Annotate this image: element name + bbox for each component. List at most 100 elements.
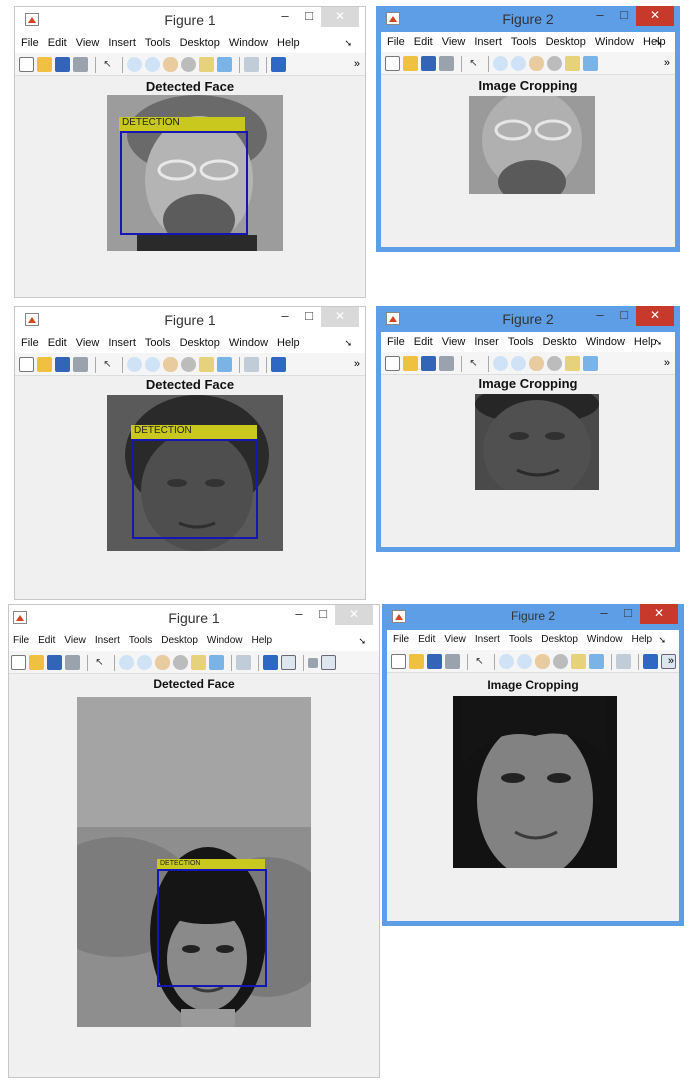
- print-icon[interactable]: [445, 654, 460, 670]
- colorbar-icon[interactable]: [271, 357, 286, 373]
- save-icon[interactable]: [427, 654, 442, 670]
- menu-tools[interactable]: Tools: [145, 337, 171, 349]
- print-icon[interactable]: [73, 57, 88, 73]
- maximize-button[interactable]: □: [612, 6, 636, 26]
- zoom-out-icon[interactable]: [145, 57, 160, 73]
- new-figure-icon[interactable]: [19, 57, 34, 73]
- save-icon[interactable]: [55, 57, 70, 73]
- brush-icon[interactable]: [583, 56, 598, 72]
- maximize-button[interactable]: □: [311, 605, 335, 625]
- edit-plot-icon[interactable]: ↖: [100, 357, 115, 372]
- new-figure-icon[interactable]: [391, 654, 406, 670]
- menu-insert[interactable]: Inser: [474, 336, 498, 348]
- menu-tools[interactable]: Tools: [509, 634, 532, 645]
- open-file-icon[interactable]: [29, 655, 44, 671]
- menu-help[interactable]: Help: [277, 37, 300, 49]
- rotate-3d-icon[interactable]: [547, 56, 562, 72]
- menu-tools[interactable]: Tools: [129, 635, 152, 646]
- brush-icon[interactable]: [589, 654, 604, 670]
- minimize-button[interactable]: –: [588, 6, 612, 26]
- menu-overflow-icon[interactable]: ➘: [654, 332, 662, 352]
- open-file-icon[interactable]: [409, 654, 424, 670]
- menu-window[interactable]: Window: [229, 37, 268, 49]
- link-plot-icon[interactable]: [244, 357, 259, 373]
- close-button[interactable]: ✕: [636, 306, 674, 326]
- print-icon[interactable]: [439, 56, 454, 72]
- minimize-button[interactable]: –: [592, 604, 616, 624]
- titlebar[interactable]: Figure 2 – □ ✕: [381, 6, 675, 32]
- menu-file[interactable]: File: [21, 37, 39, 49]
- menu-help[interactable]: Help: [632, 634, 653, 645]
- data-cursor-icon[interactable]: [191, 655, 206, 671]
- edit-plot-icon[interactable]: ↖: [466, 356, 481, 371]
- maximize-button[interactable]: □: [297, 307, 321, 327]
- menu-insert[interactable]: Insert: [474, 36, 502, 48]
- menu-overflow-icon[interactable]: ➘: [658, 630, 666, 650]
- zoom-in-icon[interactable]: [499, 654, 514, 670]
- zoom-in-icon[interactable]: [127, 57, 142, 73]
- menu-insert[interactable]: Insert: [108, 337, 136, 349]
- pan-icon[interactable]: [163, 357, 178, 373]
- menu-file[interactable]: File: [393, 634, 409, 645]
- new-figure-icon[interactable]: [11, 655, 26, 671]
- toolbar-more-icon[interactable]: »: [668, 650, 674, 672]
- data-cursor-icon[interactable]: [565, 356, 580, 372]
- titlebar[interactable]: Figure 1 – □ ✕: [15, 307, 365, 333]
- titlebar[interactable]: Figure 1 – □ ✕: [9, 605, 379, 631]
- link-plot-icon[interactable]: [236, 655, 251, 671]
- save-icon[interactable]: [421, 56, 436, 72]
- print-icon[interactable]: [439, 356, 454, 372]
- menu-view[interactable]: View: [76, 37, 100, 49]
- new-figure-icon[interactable]: [19, 357, 34, 373]
- open-file-icon[interactable]: [37, 357, 52, 373]
- open-file-icon[interactable]: [403, 356, 418, 372]
- menu-view[interactable]: View: [64, 635, 86, 646]
- menu-file[interactable]: File: [13, 635, 29, 646]
- menu-tools[interactable]: Tools: [145, 37, 171, 49]
- menu-help[interactable]: Help: [252, 635, 273, 646]
- menu-edit[interactable]: Edit: [48, 37, 67, 49]
- rotate-3d-icon[interactable]: [181, 357, 196, 373]
- menu-desktop[interactable]: Desktop: [541, 634, 578, 645]
- menu-window[interactable]: Window: [229, 337, 268, 349]
- minimize-button[interactable]: –: [273, 7, 297, 27]
- print-icon[interactable]: [73, 357, 88, 373]
- close-button[interactable]: ✕: [335, 605, 373, 625]
- save-icon[interactable]: [47, 655, 62, 671]
- maximize-button[interactable]: □: [616, 604, 640, 624]
- colorbar-icon[interactable]: [643, 654, 658, 670]
- close-button[interactable]: ✕: [321, 7, 359, 27]
- rotate-3d-icon[interactable]: [547, 356, 562, 372]
- menu-window[interactable]: Window: [207, 635, 243, 646]
- rotate-3d-icon[interactable]: [173, 655, 188, 671]
- zoom-in-icon[interactable]: [127, 357, 142, 373]
- menu-view[interactable]: View: [444, 634, 466, 645]
- menu-overflow-icon[interactable]: ➘: [344, 33, 352, 53]
- pan-icon[interactable]: [155, 655, 170, 671]
- menu-file[interactable]: File: [387, 336, 405, 348]
- legend-icon[interactable]: [281, 655, 296, 671]
- brush-icon[interactable]: [217, 357, 232, 373]
- data-cursor-icon[interactable]: [199, 57, 214, 73]
- open-file-icon[interactable]: [37, 57, 52, 73]
- link-plot-icon[interactable]: [616, 654, 631, 670]
- hide-tools-icon[interactable]: [308, 657, 318, 668]
- minimize-button[interactable]: –: [588, 306, 612, 326]
- maximize-button[interactable]: □: [612, 306, 636, 326]
- brush-icon[interactable]: [209, 655, 224, 671]
- menu-help[interactable]: Help: [277, 337, 300, 349]
- brush-icon[interactable]: [583, 356, 598, 372]
- menu-tools[interactable]: Tools: [508, 336, 534, 348]
- pan-icon[interactable]: [163, 57, 178, 73]
- rotate-3d-icon[interactable]: [553, 654, 568, 670]
- zoom-out-icon[interactable]: [517, 654, 532, 670]
- menu-edit[interactable]: Edit: [38, 635, 55, 646]
- menu-tools[interactable]: Tools: [511, 36, 537, 48]
- menu-insert[interactable]: Insert: [108, 37, 136, 49]
- menu-file[interactable]: File: [21, 337, 39, 349]
- toolbar-more-icon[interactable]: »: [664, 352, 670, 374]
- zoom-out-icon[interactable]: [511, 356, 526, 372]
- colorbar-icon[interactable]: [271, 57, 286, 73]
- menu-insert[interactable]: Insert: [95, 635, 120, 646]
- menu-overflow-icon[interactable]: ➘: [358, 631, 366, 651]
